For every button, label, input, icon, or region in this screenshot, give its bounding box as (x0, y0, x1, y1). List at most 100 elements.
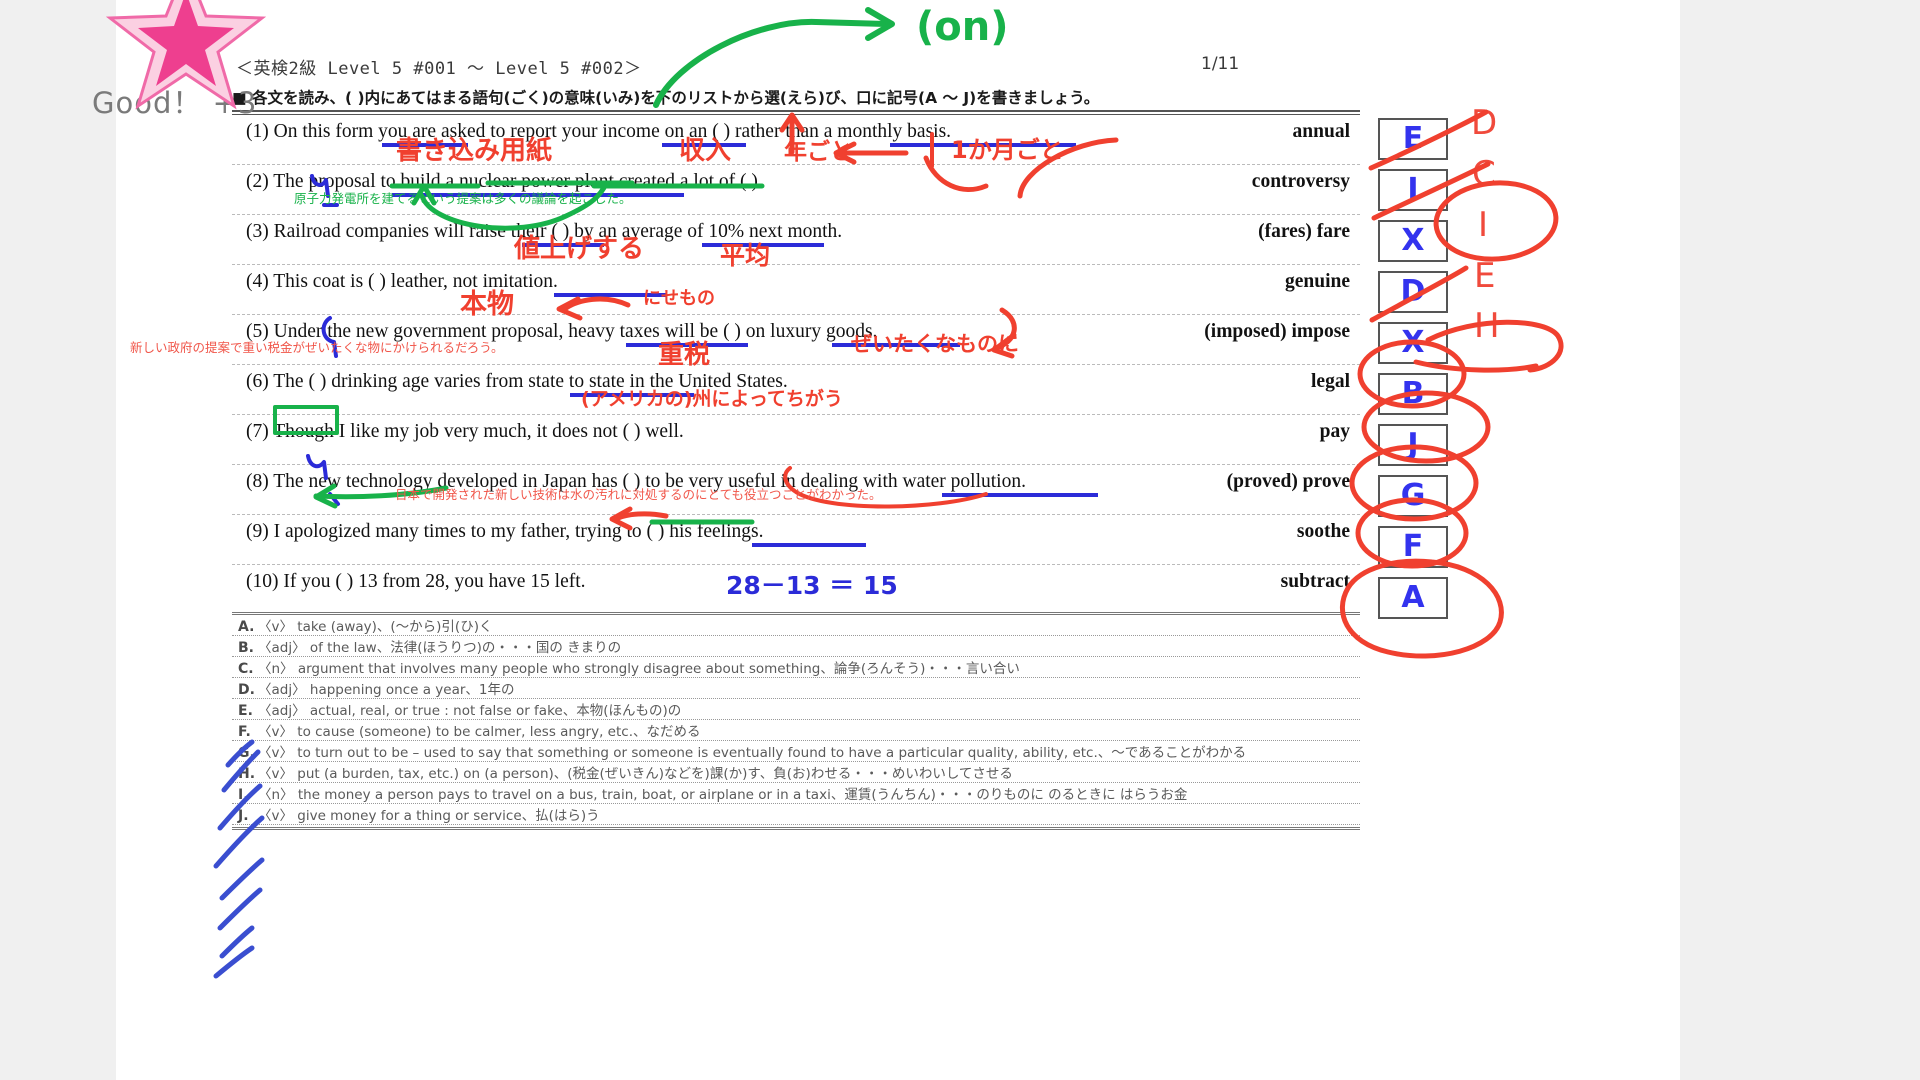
student-answer-letter: A (1401, 579, 1425, 615)
answer-box-column: E I X D X B J G F A (1378, 110, 1448, 628)
handwritten-translation: 日本で開発された新しい技術は水の汚れに対処するのにとても役立つことがわかった。 (395, 487, 882, 502)
handwritten-note: (アメリカの)州によってちがう (581, 388, 843, 410)
answer-box[interactable]: J (1378, 424, 1448, 466)
wordlist-text: 〈v〉 to turn out to be – used to say that… (258, 745, 1247, 761)
handwritten-note-on: (on) (916, 4, 1009, 50)
wordlist-letter: G. (238, 745, 255, 761)
wordlist-text: 〈adj〉 actual, real, or true : not false … (258, 703, 682, 719)
student-answer-letter: E (1402, 120, 1424, 156)
wordlist-letter: I. (238, 787, 249, 803)
student-answer-letter: G (1400, 477, 1426, 513)
teacher-correction-letter: C (1472, 154, 1496, 194)
wordlist-text: 〈n〉 argument that involves many people w… (258, 661, 1020, 677)
right-gray-band (1680, 0, 1920, 1080)
wordlist-letter: A. (238, 619, 255, 635)
answer-box[interactable]: X (1378, 322, 1448, 364)
handwritten-note: 書き込み用紙 (396, 136, 553, 166)
wordlist-text: 〈v〉 to cause (someone) to be calmer, les… (258, 724, 701, 740)
list-item: J. 〈v〉 give money for a thing or service、… (232, 804, 1360, 825)
question-table: (1) On this form you are asked to report… (232, 110, 1360, 615)
answer-box[interactable]: E (1378, 118, 1448, 160)
handwritten-note: 1か月ごと (951, 136, 1064, 164)
wordlist-letter: F. (238, 724, 251, 740)
list-item: C. 〈n〉 argument that involves many people… (232, 657, 1360, 678)
student-answer-letter: X (1401, 324, 1425, 360)
wordlist-text: 〈v〉 give money for a thing or service、払(… (258, 808, 600, 824)
answer-box[interactable]: A (1378, 577, 1448, 619)
answer-word: genuine (1284, 271, 1350, 292)
table-row: (4) This coat is ( ) leather, not imitat… (232, 265, 1360, 315)
wordlist-letter: E. (238, 703, 253, 719)
handwritten-note: 収入 (679, 136, 732, 166)
teacher-correction-letter: H (1474, 306, 1500, 346)
answer-word: subtract (1280, 571, 1350, 592)
handwritten-translation: 原子力発電所を建てるという提案は多くの議論を起こした。 (294, 191, 632, 206)
question-text: (7) Though I like my job very much, it d… (246, 421, 684, 442)
handwritten-note: 値上げする (514, 234, 645, 264)
answer-word: annual (1292, 121, 1350, 142)
list-item: E. 〈adj〉 actual, real, or true : not fals… (232, 699, 1360, 720)
answer-word: (imposed) impose (1204, 321, 1350, 342)
answer-word: soothe (1296, 521, 1350, 542)
wordlist-text: 〈adj〉 happening once a year、1年の (258, 682, 515, 698)
left-gray-band (0, 0, 116, 1080)
list-item: F. 〈v〉 to cause (someone) to be calmer, l… (232, 720, 1360, 741)
wordlist-letter: D. (238, 682, 255, 698)
answer-word: (fares) fare (1258, 221, 1350, 242)
answer-word: pay (1319, 421, 1350, 442)
answer-word: legal (1311, 371, 1350, 392)
list-item: B. 〈adj〉 of the law、法律(ほうりつ)の・・・国の きまりの (232, 636, 1360, 657)
page-number: 1/11 (1201, 54, 1240, 74)
star-sticker-icon (106, 0, 266, 110)
handwritten-note: 重税 (658, 340, 711, 370)
list-item: H. 〈v〉 put (a burden, tax, etc.) on (a pe… (232, 762, 1360, 783)
handwritten-note: にせもの (643, 288, 715, 309)
wordlist-text: 〈v〉 put (a burden, tax, etc.) on (a pers… (258, 766, 1013, 782)
wordlist-text: 〈adj〉 of the law、法律(ほうりつ)の・・・国の きまりの (258, 640, 622, 656)
wordlist-rule-bottom (232, 827, 1360, 830)
teacher-correction-letter: E (1474, 256, 1496, 296)
wordlist-letter: J. (238, 808, 249, 824)
teacher-correction-letter: D (1471, 103, 1498, 143)
wordlist-letter: B. (238, 640, 254, 656)
handwritten-translation: 新しい政府の提案で重い税金がぜいたくな物にかけられるだろう。 (130, 340, 504, 355)
table-rule-top (232, 110, 1360, 112)
handwritten-note-math: 28－13 ＝ 15 (726, 571, 898, 600)
student-answer-letter: D (1400, 273, 1426, 309)
wordlist-letter: H. (238, 766, 256, 782)
answer-box[interactable]: X (1378, 220, 1448, 262)
wordlist-letter: C. (238, 661, 254, 677)
handwritten-note: 本物 (460, 289, 514, 320)
list-item: G. 〈v〉 to turn out to be – used to say th… (232, 741, 1360, 762)
student-answer-letter: F (1402, 528, 1424, 564)
student-answer-letter: J (1407, 426, 1419, 462)
answer-word: controversy (1251, 171, 1350, 192)
answer-word: (proved) prove (1226, 471, 1350, 492)
instruction-line: ■ 各文を読み、( )内にあてはまる語句(ごく)の意味(いみ)を下のリストから選… (232, 89, 1100, 107)
wordlist-text: 〈v〉 take (away)、(〜から)引(ひ)く (258, 619, 493, 635)
handwritten-note: 年ごと (784, 139, 853, 165)
handwritten-note: ぜいたくなものに (851, 332, 1019, 356)
table-row: (3) Railroad companies will raise their … (232, 215, 1360, 265)
student-answer-letter: B (1401, 375, 1425, 411)
list-item: D. 〈adj〉 happening once a year、1年の (232, 678, 1360, 699)
teacher-correction-letter: I (1478, 205, 1489, 245)
answer-box[interactable]: G (1378, 475, 1448, 517)
table-row: (7) Though I like my job very much, it d… (232, 415, 1360, 465)
answer-box[interactable]: I (1378, 169, 1448, 211)
question-text: (9) I apologized many times to my father… (246, 521, 764, 542)
list-item: I. 〈n〉 the money a person pays to travel … (232, 783, 1360, 804)
worksheet-page: Good！ +3 ＜英検2級 Level 5 #001 ～ Level 5 #0… (92, 0, 1680, 1080)
list-item: A. 〈v〉 take (away)、(〜から)引(ひ)く (232, 615, 1360, 636)
handwritten-note: 平均 (720, 241, 771, 270)
student-answer-letter: I (1407, 171, 1419, 207)
answer-box[interactable]: D (1378, 271, 1448, 313)
answer-box[interactable]: F (1378, 526, 1448, 568)
question-text: (10) If you ( ) 13 from 28, you have 15 … (246, 571, 586, 592)
table-row: (9) I apologized many times to my father… (232, 515, 1360, 565)
student-answer-letter: X (1401, 222, 1425, 258)
word-list: A. 〈v〉 take (away)、(〜から)引(ひ)く B. 〈adj〉 of … (232, 612, 1360, 830)
document-range-header: ＜英検2級 Level 5 #001 ～ Level 5 #002＞ (236, 59, 642, 79)
answer-box[interactable]: B (1378, 373, 1448, 415)
wordlist-text: 〈n〉 the money a person pays to travel on… (258, 787, 1188, 803)
